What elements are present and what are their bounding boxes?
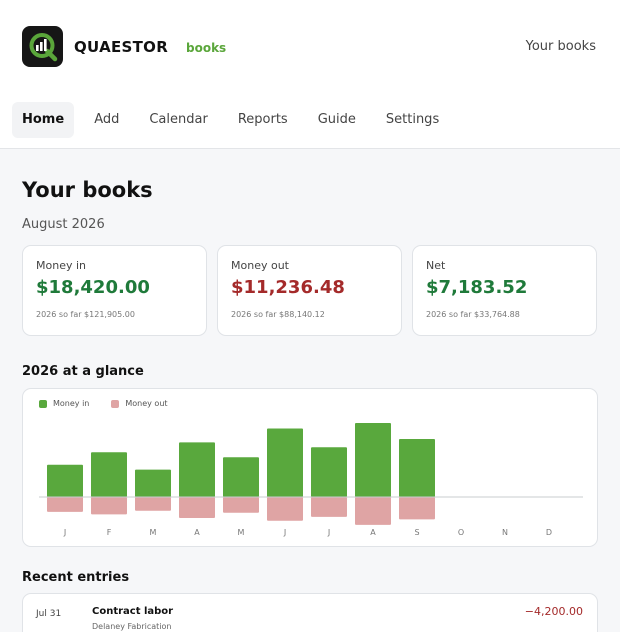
entry-payee: Delaney Fabrication: [92, 622, 172, 631]
entry-date: Jul 31: [36, 609, 62, 619]
x-tick-label: A: [370, 528, 376, 537]
stat-ytd: 2026 so far $88,140.12: [231, 310, 325, 319]
bar-money-in-4: [223, 457, 259, 497]
nav-calendar[interactable]: Calendar: [139, 102, 217, 138]
chart-legend: Money in Money out: [39, 399, 190, 408]
bar-money-out-4: [223, 497, 259, 513]
bar-money-out-3: [179, 497, 215, 518]
legend-money-in: Money in: [39, 399, 89, 408]
legend-money-out: Money out: [111, 399, 168, 408]
quaestor-logo-icon[interactable]: [22, 26, 63, 67]
bar-money-out-7: [355, 497, 391, 525]
bar-money-out-0: [47, 497, 83, 512]
your-books-link[interactable]: Your books: [526, 39, 596, 54]
stat-label: Net: [426, 259, 446, 272]
bar-money-in-1: [91, 452, 127, 497]
stat-value: $7,183.52: [426, 277, 528, 298]
stat-card-money-in: Money in $18,420.00 2026 so far $121,905…: [22, 245, 207, 336]
x-tick-label: F: [107, 528, 112, 537]
x-tick-label: M: [150, 528, 157, 537]
nav-home[interactable]: Home: [12, 102, 75, 138]
nav-guide[interactable]: Guide: [308, 102, 366, 138]
legend-label-out: Money out: [125, 399, 168, 408]
x-tick-label: J: [283, 528, 286, 537]
bar-money-out-2: [135, 497, 171, 511]
bar-money-in-2: [135, 469, 171, 497]
x-tick-label: S: [414, 528, 419, 537]
stat-label: Money in: [36, 259, 86, 272]
bar-money-in-7: [355, 423, 391, 497]
entry-title: Contract labor: [92, 606, 174, 617]
brand-name: QUAESTOR: [74, 38, 169, 56]
x-tick-label: D: [546, 528, 552, 537]
entry-amount: −4,200.00: [524, 605, 583, 618]
bar-money-out-5: [267, 497, 303, 521]
brand-subtitle: books: [186, 41, 227, 55]
stat-value: $11,236.48: [231, 277, 345, 298]
bar-money-in-5: [267, 428, 303, 497]
entry-row[interactable]: Jul 31 Contract labor Delaney Fabricatio…: [22, 593, 598, 632]
nav-add[interactable]: Add: [84, 102, 129, 138]
page-title: Your books: [22, 178, 153, 202]
nav-reports[interactable]: Reports: [228, 102, 298, 138]
x-tick-label: O: [458, 528, 464, 537]
period-label: August 2026: [22, 217, 105, 232]
x-tick-label: M: [238, 528, 245, 537]
bar-money-in-3: [179, 442, 215, 497]
bar-money-in-6: [311, 447, 347, 497]
main-nav: Home Add Calendar Reports Guide Settings: [12, 102, 459, 138]
x-tick-label: N: [502, 528, 508, 537]
glance-chart-card: J F M A M J J A S O N D Money in Money out: [22, 388, 598, 547]
app-header: QUAESTOR books Your books Home Add Calen…: [0, 0, 620, 149]
legend-swatch-in: [39, 399, 47, 408]
nav-settings[interactable]: Settings: [376, 102, 449, 138]
stat-value: $18,420.00: [36, 277, 150, 298]
bar-money-out-6: [311, 497, 347, 517]
bar-money-out-8: [399, 497, 435, 520]
stat-ytd: 2026 so far $121,905.00: [36, 310, 135, 319]
legend-label-in: Money in: [53, 399, 90, 408]
x-tick-label: J: [327, 528, 330, 537]
x-tick-label: J: [63, 528, 66, 537]
x-tick-label: A: [194, 528, 200, 537]
bar-money-out-1: [91, 497, 127, 515]
stat-ytd: 2026 so far $33,764.88: [426, 310, 520, 319]
bar-money-in-8: [399, 439, 435, 497]
glance-title: 2026 at a glance: [22, 364, 144, 379]
glance-chart: JFMAMJJASOND: [39, 423, 583, 537]
bar-money-in-0: [47, 464, 83, 497]
recent-title: Recent entries: [22, 570, 130, 585]
stat-label: Money out: [231, 259, 289, 272]
stat-card-net: Net $7,183.52 2026 so far $33,764.88: [412, 245, 597, 336]
legend-swatch-out: [111, 399, 120, 408]
stat-card-money-out: Money out $11,236.48 2026 so far $88,140…: [217, 245, 402, 336]
